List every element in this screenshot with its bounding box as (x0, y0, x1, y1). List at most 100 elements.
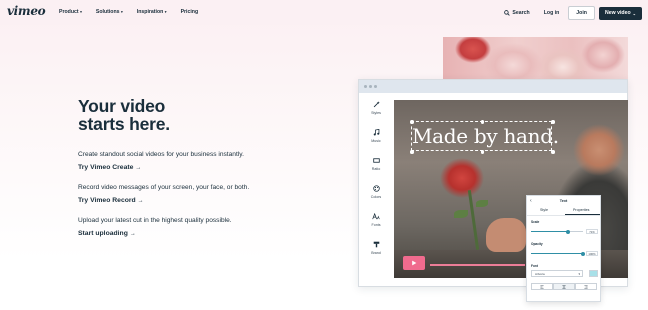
menu-solutions[interactable]: Solutions ▾ (96, 9, 123, 15)
video-scene-stem (467, 190, 479, 250)
magic-wand-icon (373, 101, 380, 108)
video-scene-leaf (454, 210, 468, 218)
window-dot (374, 85, 377, 88)
font-label: Font (531, 264, 538, 268)
tool-ratio[interactable]: Ratio (359, 157, 393, 171)
tool-styles-label: Styles (371, 111, 381, 115)
chevron-down-icon: ▾ (121, 10, 123, 14)
scale-slider[interactable] (531, 229, 583, 234)
top-navigation: vimeo Product ▾ Solutions ▾ Inspiration … (0, 0, 648, 25)
hero-title: Your video starts here. (78, 97, 170, 133)
text-properties-panel: ‹ Text Style Properties Scale 71% Opacit… (526, 195, 601, 302)
search-label: Search (512, 10, 530, 16)
opacity-label: Opacity (531, 242, 543, 246)
arrow-right-icon: → (129, 230, 136, 237)
main-menu: Product ▾ Solutions ▾ Inspiration ▾ Pric… (59, 9, 212, 15)
start-uploading-label: Start uploading (78, 230, 128, 237)
resize-handle[interactable] (480, 120, 484, 124)
opacity-slider-fill (531, 253, 583, 254)
search-button[interactable]: Search (504, 10, 530, 16)
window-dot (369, 85, 372, 88)
tool-fonts[interactable]: Fonts (359, 213, 393, 227)
align-center-icon (562, 285, 566, 288)
tool-colors[interactable]: Colors (359, 185, 393, 199)
resize-handle[interactable] (410, 120, 414, 124)
tool-fonts-label: Fonts (371, 223, 381, 227)
create-description: Create standout social videos for your b… (78, 151, 244, 158)
scale-slider-fill (531, 231, 568, 232)
align-left-button[interactable] (531, 283, 553, 290)
tool-music-label: Music (371, 139, 381, 143)
editor-window-bar (359, 80, 627, 93)
try-vimeo-create-link[interactable]: Try Vimeo Create → (78, 164, 141, 171)
chevron-down-icon: ▾ (80, 10, 82, 14)
chevron-down-icon: ▾ (164, 10, 167, 14)
align-right-button[interactable] (575, 283, 597, 290)
panel-header: ‹ Text (527, 196, 600, 206)
divider (527, 215, 600, 216)
arrow-right-icon: → (135, 164, 142, 171)
resize-handle[interactable] (551, 150, 555, 154)
caption-text-box[interactable]: Made by hand. (410, 120, 559, 154)
play-icon (412, 260, 417, 266)
video-scene-hand (486, 218, 526, 252)
font-select[interactable]: Arboria ▾ (531, 270, 583, 277)
tool-colors-label: Colors (370, 195, 382, 199)
scale-label: Scale (531, 220, 540, 224)
window-dot (364, 85, 367, 88)
menu-product[interactable]: Product ▾ (59, 9, 82, 15)
brand-icon (373, 241, 379, 248)
tab-properties[interactable]: Properties (573, 208, 589, 212)
panel-title: Text (559, 198, 568, 203)
menu-inspiration-label: Inspiration (136, 9, 164, 15)
menu-inspiration[interactable]: Inspiration ▾ (137, 9, 167, 15)
opacity-value[interactable]: 100% (586, 251, 598, 256)
play-button[interactable] (403, 256, 425, 270)
video-progress-bar[interactable] (430, 264, 525, 266)
try-vimeo-create-label: Try Vimeo Create (78, 164, 134, 171)
new-video-button[interactable]: New video ⌄ (598, 6, 642, 20)
scale-slider-knob[interactable] (565, 229, 570, 234)
tool-ratio-label: Ratio (371, 167, 381, 171)
resize-handle[interactable] (410, 150, 414, 154)
start-uploading-link[interactable]: Start uploading → (78, 230, 136, 237)
music-note-icon (373, 129, 379, 136)
tab-style[interactable]: Style (540, 208, 548, 212)
video-scene-leaf (476, 200, 488, 207)
align-center-button[interactable] (553, 283, 575, 290)
tool-brand[interactable]: Brand (359, 241, 393, 255)
record-description: Record video messages of your screen, yo… (78, 184, 250, 191)
text-color-swatch[interactable] (589, 270, 598, 277)
search-icon (504, 10, 511, 16)
font-icon (372, 213, 380, 220)
resize-handle[interactable] (480, 150, 484, 154)
palette-icon (372, 185, 380, 192)
resize-handle[interactable] (551, 120, 555, 124)
tool-styles[interactable]: Styles (359, 101, 393, 115)
caption-text: Made by hand. (412, 124, 559, 148)
font-select-value: Arboria (535, 272, 545, 276)
hero-title-line-1: Your video (78, 96, 166, 116)
login-link[interactable]: Log in (544, 10, 560, 16)
try-vimeo-record-label: Try Vimeo Record (78, 197, 136, 204)
try-vimeo-record-link[interactable]: Try Vimeo Record → (78, 197, 144, 204)
new-video-label: New video (604, 10, 631, 16)
join-button[interactable]: Join (568, 6, 595, 20)
nav-actions: Search Log in Join New video ⌄ (504, 6, 642, 20)
chevron-down-icon: ▾ (578, 272, 580, 276)
arrow-right-icon: → (137, 197, 144, 204)
vimeo-logo[interactable]: vimeo (7, 4, 46, 18)
menu-product-label: Product (59, 9, 79, 15)
tool-brand-label: Brand (371, 251, 381, 255)
chevron-down-icon: ⌄ (632, 10, 636, 16)
hero-title-line-2: starts here. (78, 114, 170, 134)
scale-value[interactable]: 71% (586, 229, 598, 234)
aspect-ratio-icon (372, 158, 380, 163)
upload-description: Upload your latest cut in the highest qu… (78, 217, 232, 224)
opacity-slider-knob[interactable] (581, 251, 585, 256)
opacity-slider[interactable] (531, 251, 585, 256)
menu-pricing[interactable]: Pricing (181, 9, 199, 15)
align-left-icon (540, 285, 544, 288)
menu-solutions-label: Solutions (95, 9, 120, 15)
tool-music[interactable]: Music (359, 129, 393, 143)
